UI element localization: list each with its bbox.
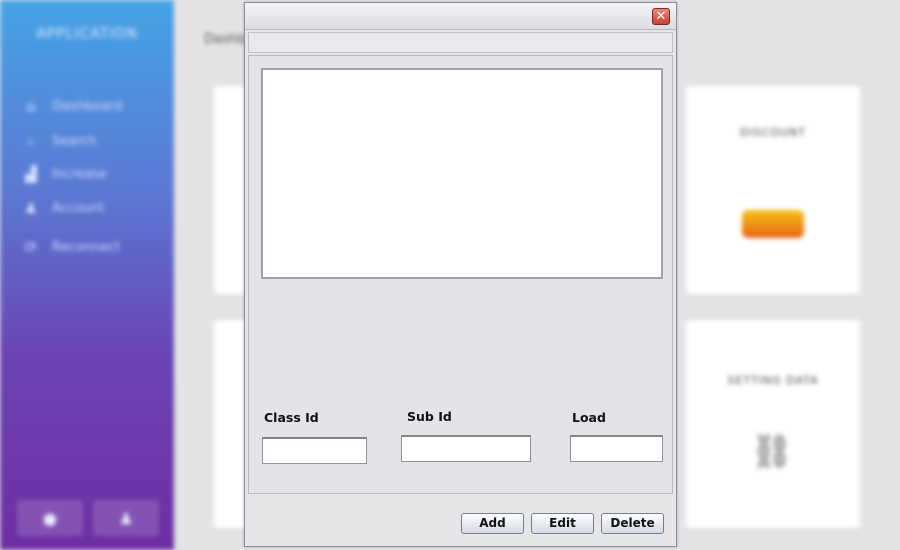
help-button[interactable]: ●: [17, 500, 83, 536]
sub-id-field[interactable]: [401, 435, 531, 462]
profile-button[interactable]: ♟: [93, 500, 159, 536]
sidebar-item-label: Search: [52, 133, 97, 149]
help-icon: ●: [43, 508, 57, 528]
delete-button[interactable]: Delete: [601, 513, 664, 534]
sidebar-item-label: Reconnect: [52, 239, 121, 255]
sub-id-label: Sub Id: [407, 409, 452, 424]
user-icon: ♟: [118, 508, 134, 528]
link-icon: ⛓: [750, 432, 794, 472]
refresh-icon: ⟳: [24, 238, 38, 256]
discount-card[interactable]: DISCOUNT: [686, 86, 860, 294]
content-panel: [248, 55, 673, 494]
dialog-titlebar[interactable]: ✕: [245, 3, 676, 30]
sidebar-item-increase[interactable]: ▟ Increase: [22, 164, 107, 184]
discount-logo-icon: [742, 210, 804, 238]
sidebar-item-label: Account: [52, 200, 105, 216]
dialog-menubar: [248, 32, 673, 53]
card-title: SETTING DATA: [727, 374, 819, 387]
load-field[interactable]: [570, 435, 663, 462]
class-id-label: Class Id: [264, 410, 319, 425]
sidebar-item-account[interactable]: ♟ Account: [22, 198, 105, 218]
bar-chart-icon: ▟: [25, 165, 37, 183]
class-id-field[interactable]: [262, 437, 367, 464]
sidebar: APPLICATION ⌂ Dashboard ⌕ Search ▟ Incre…: [0, 0, 174, 550]
sidebar-item-search[interactable]: ⌕ Search: [22, 131, 97, 151]
sidebar-item-label: Increase: [52, 166, 108, 182]
sidebar-item-reconnect[interactable]: ⟳ Reconnect: [22, 237, 121, 257]
data-text-area[interactable]: [261, 68, 663, 279]
home-icon: ⌂: [26, 97, 36, 115]
sidebar-item-label: Dashboard: [52, 98, 123, 114]
card-title: DISCOUNT: [739, 126, 807, 139]
close-button[interactable]: ✕: [652, 8, 670, 25]
app-title: APPLICATION: [36, 26, 138, 42]
setting-data-card[interactable]: SETTING DATA: [686, 320, 860, 528]
edit-button[interactable]: Edit: [531, 513, 594, 534]
load-label: Load: [572, 410, 606, 425]
search-icon: ⌕: [26, 132, 36, 150]
add-button[interactable]: Add: [461, 513, 524, 534]
sidebar-item-dashboard[interactable]: ⌂ Dashboard: [22, 96, 123, 116]
user-icon: ♟: [24, 199, 38, 217]
dialog-window: ✕ Class Id Sub Id Load Add Edit Delete: [244, 2, 677, 547]
